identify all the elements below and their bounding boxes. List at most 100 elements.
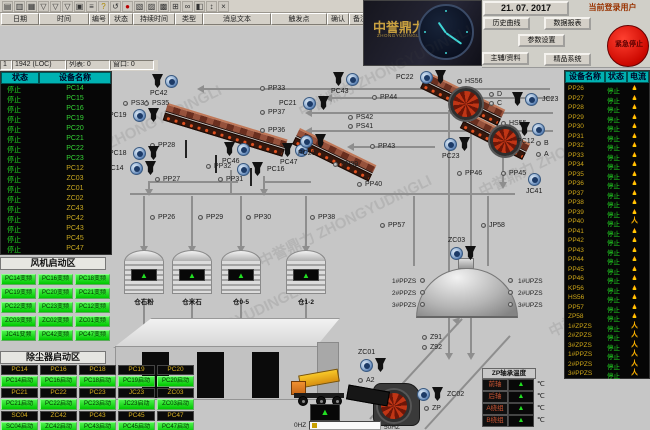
table-row[interactable]: PP34停止▲	[565, 161, 649, 170]
table-row[interactable]: PP32停止▲	[565, 142, 649, 151]
alarm-column-1[interactable]: 时间	[39, 13, 89, 25]
starter-start-button[interactable]: ZC03启动	[157, 399, 194, 410]
table-row[interactable]: 停止PC42	[1, 215, 111, 225]
table-row[interactable]: 停止PC45	[1, 235, 111, 245]
fan-start-button[interactable]: ZC01变频	[75, 316, 110, 327]
table-row[interactable]: PP30停止▲	[565, 123, 649, 132]
silo-1[interactable]: ▲仓石粉	[124, 250, 164, 294]
table-row[interactable]: KP56停止▲	[565, 285, 649, 294]
table-row[interactable]: HS56停止▲	[565, 294, 649, 303]
lock-all-icon[interactable]: ▩	[158, 1, 169, 12]
table-row[interactable]: PP38停止▲	[565, 199, 649, 208]
table-row[interactable]: ZP58停止▲	[565, 313, 649, 322]
lock-single-icon[interactable]: ▧	[134, 1, 145, 12]
device-PC12[interactable]: PC12	[519, 122, 547, 137]
filter-first-icon[interactable]: ▽	[38, 1, 49, 12]
table-row[interactable]: PP31停止▲	[565, 133, 649, 142]
help-icon[interactable]: ?	[98, 1, 109, 12]
alarm-column-4[interactable]: 持续时间	[133, 13, 175, 25]
table-row[interactable]: 停止PC47	[1, 245, 111, 255]
table-row[interactable]: PP45停止▲	[565, 266, 649, 275]
filter-last-icon[interactable]: ▽	[62, 1, 73, 12]
starter-start-button[interactable]: PC21启动	[1, 399, 38, 410]
table-row[interactable]: PP43停止▲	[565, 247, 649, 256]
device-ZC03[interactable]: ZC03	[450, 246, 478, 261]
refresh-icon[interactable]: ↺	[110, 1, 121, 12]
starter-start-button[interactable]: PC47启动	[157, 422, 194, 430]
freq-slider[interactable]	[309, 421, 381, 430]
fan-start-button[interactable]: PC20变频	[38, 288, 73, 299]
table-row[interactable]: 停止PC43	[1, 225, 111, 235]
device-PC14[interactable]: PC14	[130, 161, 158, 176]
starter-start-button[interactable]: ZC42启动	[40, 422, 77, 430]
device-PC43[interactable]: PC43	[333, 72, 361, 87]
fan-start-button[interactable]: PC19变频	[1, 288, 36, 299]
table-row[interactable]: 1#ZPZS停止人	[565, 323, 649, 332]
table-row[interactable]: 停止ZC03	[1, 175, 111, 185]
alarm-column-6[interactable]: 消息文本	[203, 13, 271, 25]
table-row[interactable]: PP33停止▲	[565, 152, 649, 161]
close-icon[interactable]: ×	[218, 1, 229, 12]
starter-start-button[interactable]: PC19启动	[118, 376, 155, 387]
table-row[interactable]: 停止PC22	[1, 145, 111, 155]
table-row[interactable]: 3#PPZS停止人	[565, 370, 649, 379]
silo-4[interactable]: ▲仓1-2	[286, 250, 326, 294]
export-icon[interactable]: ▦	[26, 1, 37, 12]
device-ZC01[interactable]: ZC01	[360, 358, 388, 373]
device-PC42[interactable]: PC42	[152, 74, 180, 89]
device-ZC02[interactable]: ZC02	[417, 387, 445, 402]
grid-icon[interactable]: ⊞	[170, 1, 181, 12]
table-row[interactable]: 停止PC23	[1, 155, 111, 165]
save-icon[interactable]: ▥	[14, 1, 25, 12]
lock-group-icon[interactable]: ▨	[146, 1, 157, 12]
device-PC23[interactable]: PC23	[444, 137, 472, 152]
fan-start-button[interactable]: ZC03变频	[1, 316, 36, 327]
table-row[interactable]: 停止PC14	[1, 85, 111, 95]
starter-start-button[interactable]: PC43启动	[79, 422, 116, 430]
chart-icon[interactable]: ◧	[194, 1, 205, 12]
table-row[interactable]: 停止PC20	[1, 125, 111, 135]
alarm-column-3[interactable]: 状态	[109, 13, 133, 25]
filter-icon[interactable]: ▽	[50, 1, 61, 12]
freq-slider-thumb[interactable]	[312, 423, 317, 428]
table-row[interactable]: PP46停止▲	[565, 275, 649, 284]
table-row[interactable]: PP44停止▲	[565, 256, 649, 265]
table-row[interactable]: 停止PC16	[1, 105, 111, 115]
device-JC23[interactable]: JC23	[512, 92, 540, 107]
device-JC41[interactable]: JC41	[528, 172, 556, 187]
device-PC16[interactable]: PC16	[237, 162, 265, 177]
fan-start-button[interactable]: PC12变频	[75, 302, 110, 313]
table-row[interactable]: 停止PC21	[1, 135, 111, 145]
sort-icon[interactable]: ↕	[206, 1, 217, 12]
device-PC19[interactable]: PC19	[133, 108, 161, 123]
fan-start-button[interactable]: PC21变频	[75, 288, 110, 299]
device-PC20[interactable]: PC20	[300, 134, 328, 149]
table-row[interactable]: PP29停止▲	[565, 114, 649, 123]
alarm-column-5[interactable]: 类型	[175, 13, 203, 25]
device-PC46[interactable]: PC46	[224, 142, 252, 157]
alarm-column-7[interactable]: 触发点	[271, 13, 327, 25]
silo-2[interactable]: ▲仓米石	[172, 250, 212, 294]
fan-start-button[interactable]: JC41变频	[1, 330, 36, 341]
table-row[interactable]: PP57停止▲	[565, 304, 649, 313]
table-row[interactable]: 2#ZPZS停止人	[565, 332, 649, 341]
table-row[interactable]: PP28停止▲	[565, 104, 649, 113]
starter-start-button[interactable]: PC14启动	[1, 376, 38, 387]
starter-start-button[interactable]: PC18启动	[79, 376, 116, 387]
table-row[interactable]: 停止ZC02	[1, 195, 111, 205]
telegram-icon[interactable]: ▤	[2, 1, 13, 12]
alarm-column-0[interactable]: 日期	[1, 13, 39, 25]
starter-start-button[interactable]: PC16启动	[40, 376, 77, 387]
table-row[interactable]: 停止PC19	[1, 115, 111, 125]
starter-start-button[interactable]: PC23启动	[79, 399, 116, 410]
fan-start-button[interactable]: PC18变频	[75, 274, 110, 285]
device-PC18[interactable]: PC18	[133, 146, 161, 161]
table-row[interactable]: PP39停止▲	[565, 209, 649, 218]
stop-icon[interactable]: ●	[122, 1, 133, 12]
table-row[interactable]: 停止ZC43	[1, 205, 111, 215]
fan-start-button[interactable]: ZC02变频	[38, 316, 73, 327]
crusher-fan-1[interactable]	[450, 88, 482, 120]
starter-start-button[interactable]: JC23启动	[118, 399, 155, 410]
starter-start-button[interactable]: PC45启动	[118, 422, 155, 430]
print-icon[interactable]: ▣	[74, 1, 85, 12]
